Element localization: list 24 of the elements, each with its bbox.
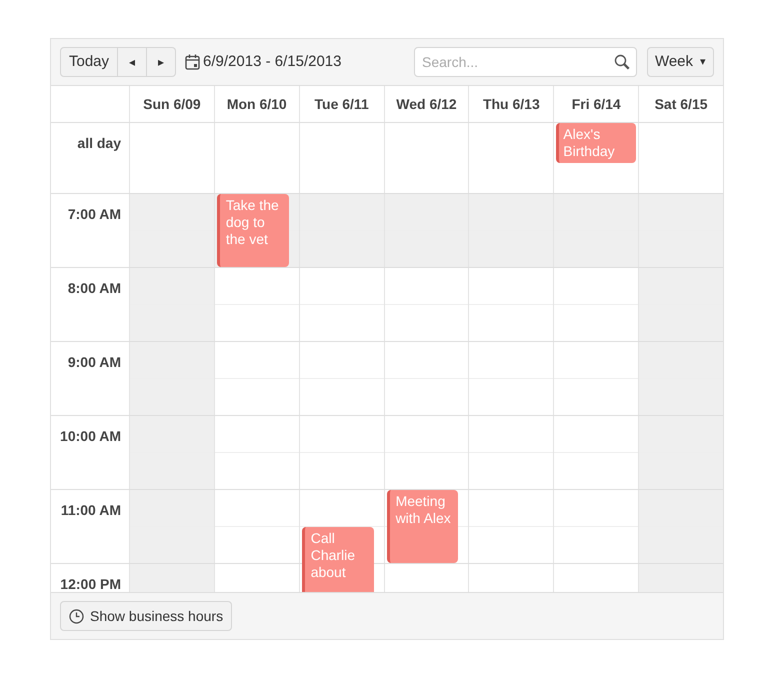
date-range: 6/9/2013 - 6/15/2013 [203,52,342,72]
time-label: 7:00 AM [68,205,121,224]
time-label: 8:00 AM [68,279,121,298]
search-icon [614,54,630,70]
search-field[interactable]: Search... [414,47,637,77]
day-header: Wed 6/12 [396,94,457,114]
clock-icon [69,608,84,624]
day-header: Sat 6/15 [654,94,708,114]
time-label: 9:00 AM [68,353,121,372]
next-button[interactable]: ▸ [147,47,176,77]
day-header: Mon 6/10 [226,94,287,114]
day-header: Thu 6/13 [482,94,540,114]
time-label: 10:00 AM [60,427,121,446]
view-dropdown[interactable]: Week ▾ [647,47,714,77]
time-label: 11:00 AM [60,501,121,520]
calendar-icon [185,54,200,70]
business-hours-button[interactable]: Show business hours [60,601,232,631]
today-button[interactable]: Today [60,47,118,77]
day-header: Tue 6/11 [314,94,369,114]
day-header: Fri 6/14 [572,94,621,114]
day-header: Sun 6/09 [143,94,201,114]
all-day-label: all day [77,134,121,153]
previous-button[interactable]: ◂ [118,47,148,77]
time-label: 12:00 PM [60,575,121,592]
